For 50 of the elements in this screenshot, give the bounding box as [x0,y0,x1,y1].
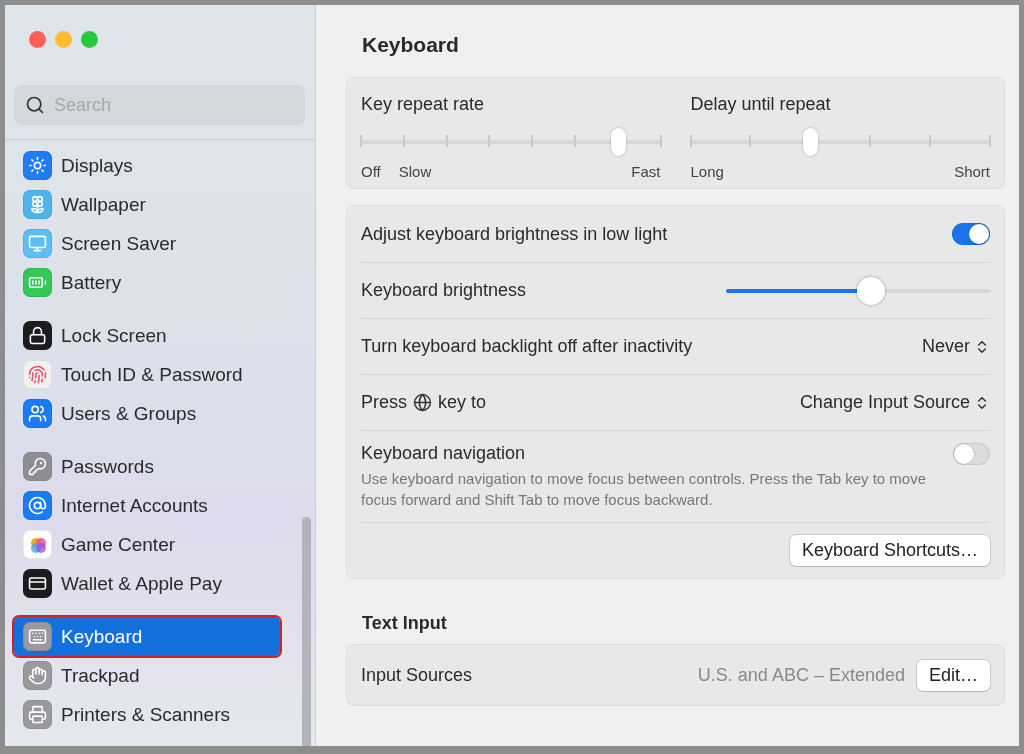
slider-track[interactable] [361,127,661,157]
sidebar-item[interactable]: Trackpad [14,656,280,695]
edit-button[interactable]: Edit… [916,659,990,691]
slider-scale-label: Fast [631,163,661,180]
setting-description: Use keyboard navigation to move focus between controls. Press the Tab key to move focus forward and Shift Tab to move focus backward. [361,469,928,510]
setting-label: key to [438,392,487,413]
sidebar-item[interactable]: Lock Screen [14,316,280,355]
slider-label: Key repeat rate [361,94,486,115]
setting-value: U.S. and ABC – Extended [697,664,905,686]
shortcuts-button[interactable]: Keyboard Shortcuts… [789,535,990,566]
sidebar-item[interactable]: Screen Saver [14,224,280,263]
sidebar-item[interactable]: Passwords [14,447,280,486]
slider-label: Delay until repeat [690,94,832,115]
sidebar-item[interactable]: Users & Groups [14,394,280,433]
popup-menu[interactable]: Change Input Source [799,392,990,413]
slider-thumb[interactable] [803,128,819,156]
sidebar-item[interactable]: Wallet & Apple Pay [14,564,280,603]
slider-track[interactable] [726,276,990,305]
sidebar-item[interactable]: Battery [14,263,280,302]
setting-label: Turn keyboard backlight off after inactivity [361,336,693,357]
slider-track[interactable] [690,127,990,157]
slider-scale-label: Slow [398,163,432,180]
slider-scale-label: Short [954,163,990,180]
sidebar-item[interactable]: Wallpaper [14,185,280,224]
toggle-switch[interactable] [952,443,990,465]
window-control[interactable] [29,31,46,48]
slider-thumb[interactable] [857,276,886,305]
sidebar-item[interactable]: Touch ID & Password [14,355,280,394]
setting-label: Input Sources [361,664,473,686]
section-heading: Text Input [361,612,448,635]
popup-menu[interactable]: Never [922,336,990,357]
globe-icon [413,393,432,412]
toggle-switch[interactable] [952,223,990,245]
setting-label: Keyboard navigation [361,443,526,463]
sidebar-item[interactable]: Printers & Scanners [14,695,280,734]
window-control[interactable] [55,31,72,48]
sidebar-item[interactable]: Keyboard [14,617,280,656]
page-title: Keyboard [361,32,460,58]
slider-thumb[interactable] [610,128,626,156]
slider-scale-label: Long [690,163,724,180]
sidebar-item[interactable]: Game Center [14,525,280,564]
search-icon [25,95,45,115]
window-control[interactable] [81,31,98,48]
setting-label: Press [361,392,407,413]
sidebar-item[interactable]: Internet Accounts [14,486,280,525]
sidebar-item[interactable]: Displays [14,146,280,185]
scrollbar[interactable] [302,517,311,746]
slider-scale-label: Off [361,163,381,180]
setting-label: Adjust keyboard brightness in low light [361,223,668,244]
setting-label: Keyboard brightness [361,280,527,301]
